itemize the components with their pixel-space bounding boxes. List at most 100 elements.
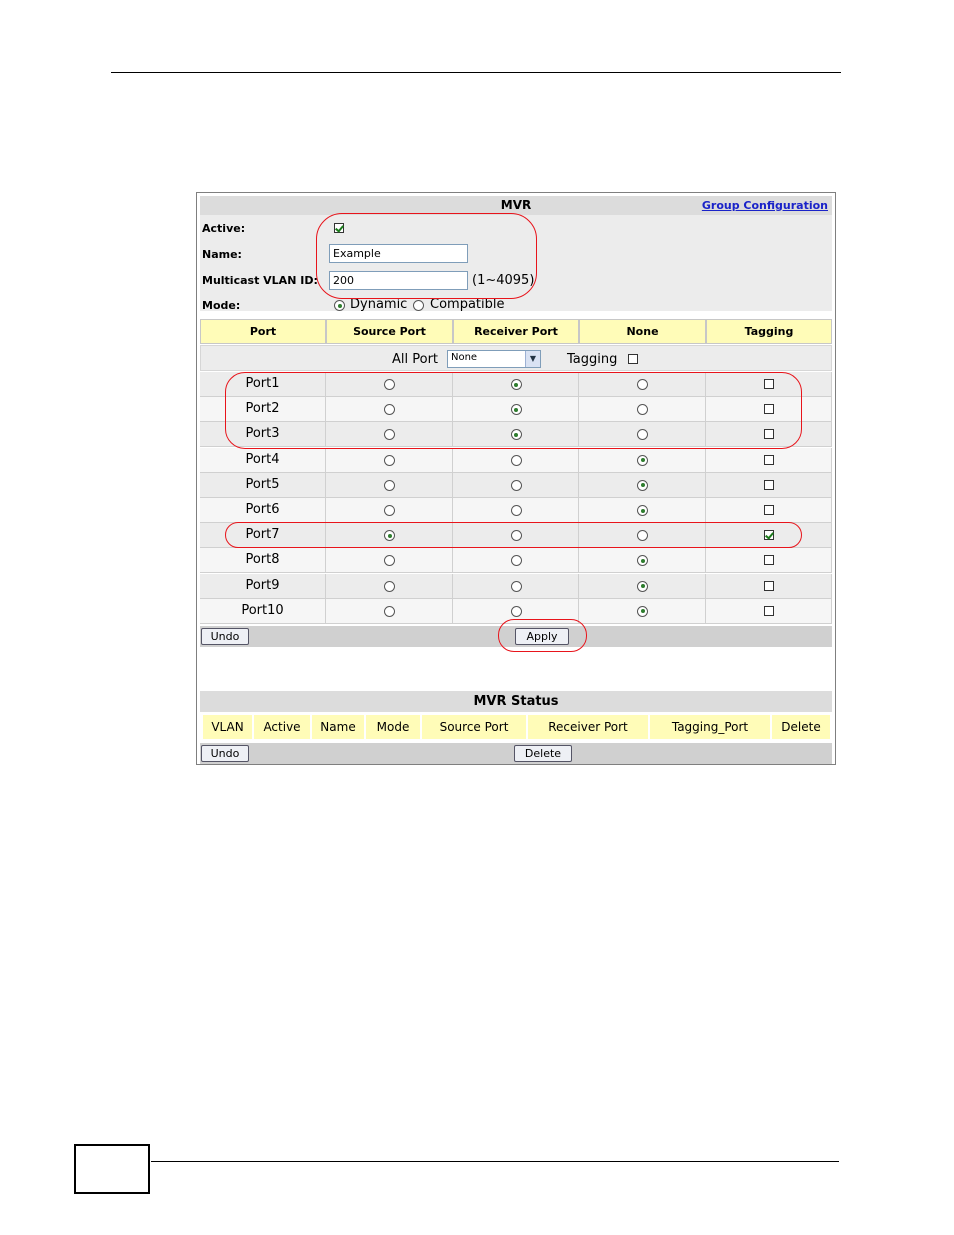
port-none-radio[interactable] (637, 454, 648, 466)
status-col-source-port: Source Port (422, 715, 526, 739)
port-tagging-cell (706, 573, 832, 598)
port-name: Port5 (200, 472, 326, 497)
port-name: Port9 (200, 573, 326, 598)
port-row: Port5 (200, 472, 832, 498)
port-source-cell (326, 598, 453, 623)
port-none-radio[interactable] (637, 505, 648, 516)
highlight-apply (498, 619, 587, 652)
port-row: Port6 (200, 498, 832, 523)
status-col-active: Active (254, 715, 310, 739)
port-tagging-checkbox[interactable] (764, 605, 774, 616)
port-none-cell (579, 548, 706, 573)
vlan-id-label: Multicast VLAN ID: (202, 274, 318, 287)
highlight-settings (316, 213, 537, 299)
port-receiver-cell (453, 447, 579, 472)
port-receiver-cell (453, 548, 579, 573)
port-tagging-checkbox[interactable] (764, 505, 774, 515)
port-row: Port9 (200, 573, 832, 599)
port-none-cell (579, 498, 706, 522)
port-tagging-checkbox[interactable] (764, 454, 774, 465)
port-name: Port8 (200, 548, 326, 573)
status-col-name: Name (312, 715, 364, 739)
port-source-radio[interactable] (384, 605, 395, 617)
port-source-radio[interactable] (384, 505, 395, 516)
port-none-radio[interactable] (637, 479, 648, 491)
port-none-cell (579, 573, 706, 598)
port-tagging-checkbox[interactable] (764, 555, 774, 566)
col-receiver-port: Receiver Port (453, 319, 579, 344)
status-delete-button[interactable]: Delete (514, 745, 572, 762)
port-none-cell (579, 598, 706, 623)
port-receiver-cell (453, 472, 579, 497)
port-receiver-cell (453, 573, 579, 598)
page-top-rule (111, 72, 841, 73)
all-port-label: All Port (392, 352, 439, 367)
port-source-cell (326, 447, 453, 472)
port-row: Port4 (200, 447, 832, 473)
col-none: None (579, 319, 706, 344)
port-receiver-cell (453, 498, 579, 522)
name-label: Name: (202, 248, 242, 261)
status-col-delete: Delete (772, 715, 830, 739)
port-tagging-checkbox[interactable] (764, 580, 774, 591)
col-port: Port (200, 319, 326, 344)
port-receiver-radio[interactable] (510, 580, 522, 592)
port-tagging-cell (706, 498, 832, 522)
port-receiver-radio[interactable] (510, 505, 522, 516)
all-port-select[interactable]: None ▼ (447, 350, 541, 368)
status-col-tagging-port: Tagging_Port (650, 715, 770, 739)
port-none-radio[interactable] (637, 580, 648, 592)
all-port-tagging-checkbox[interactable] (628, 354, 638, 364)
all-port-row: All Port None ▼ Tagging (200, 345, 832, 371)
port-source-cell (326, 498, 453, 522)
port-name: Port4 (200, 447, 326, 472)
port-source-radio[interactable] (384, 479, 395, 491)
status-button-bar: Undo Delete (200, 743, 832, 764)
page-bottom-rule (151, 1161, 839, 1162)
port-none-cell (579, 472, 706, 497)
port-source-radio[interactable] (384, 580, 395, 592)
port-source-cell (326, 573, 453, 598)
active-label: Active: (202, 222, 246, 235)
port-receiver-radio[interactable] (510, 555, 522, 567)
mode-compatible-radio[interactable] (413, 300, 424, 311)
col-source-port: Source Port (326, 319, 453, 344)
highlight-ports-1-3 (225, 372, 802, 449)
all-port-tagging-label: Tagging (567, 352, 618, 367)
highlight-port-7 (225, 522, 802, 548)
port-name: Port6 (200, 498, 326, 522)
mode-compatible-label: Compatible (430, 297, 505, 312)
port-row: Port8 (200, 548, 832, 574)
group-configuration-link[interactable]: Group Configuration (702, 199, 828, 212)
status-col-mode: Mode (366, 715, 420, 739)
status-col-receiver-port: Receiver Port (528, 715, 648, 739)
port-tagging-cell (706, 472, 832, 497)
mode-label: Mode: (202, 299, 241, 312)
port-none-radio[interactable] (637, 555, 648, 567)
port-none-cell (579, 447, 706, 472)
port-tagging-cell (706, 598, 832, 623)
mode-dynamic-radio[interactable] (334, 300, 345, 311)
port-source-radio[interactable] (384, 454, 395, 466)
status-col-vlan: VLAN (203, 715, 252, 739)
port-name: Port10 (200, 598, 326, 623)
port-receiver-radio[interactable] (510, 479, 522, 491)
port-source-cell (326, 472, 453, 497)
port-none-radio[interactable] (637, 605, 648, 617)
mvr-status-title: MVR Status (200, 691, 832, 712)
port-receiver-radio[interactable] (510, 605, 522, 617)
col-tagging: Tagging (706, 319, 832, 344)
undo-button[interactable]: Undo (201, 628, 249, 645)
mvr-header: MVR Group Configuration (200, 196, 832, 215)
port-tagging-cell (706, 548, 832, 573)
status-undo-button[interactable]: Undo (201, 745, 249, 762)
chevron-down-icon[interactable]: ▼ (525, 351, 540, 367)
all-port-select-value: None (451, 352, 478, 363)
port-tagging-cell (706, 447, 832, 472)
mode-dynamic-label: Dynamic (350, 297, 408, 312)
port-receiver-radio[interactable] (510, 454, 522, 466)
page-number-box (74, 1144, 150, 1194)
port-source-radio[interactable] (384, 555, 395, 567)
port-source-cell (326, 548, 453, 573)
port-tagging-checkbox[interactable] (764, 479, 774, 490)
